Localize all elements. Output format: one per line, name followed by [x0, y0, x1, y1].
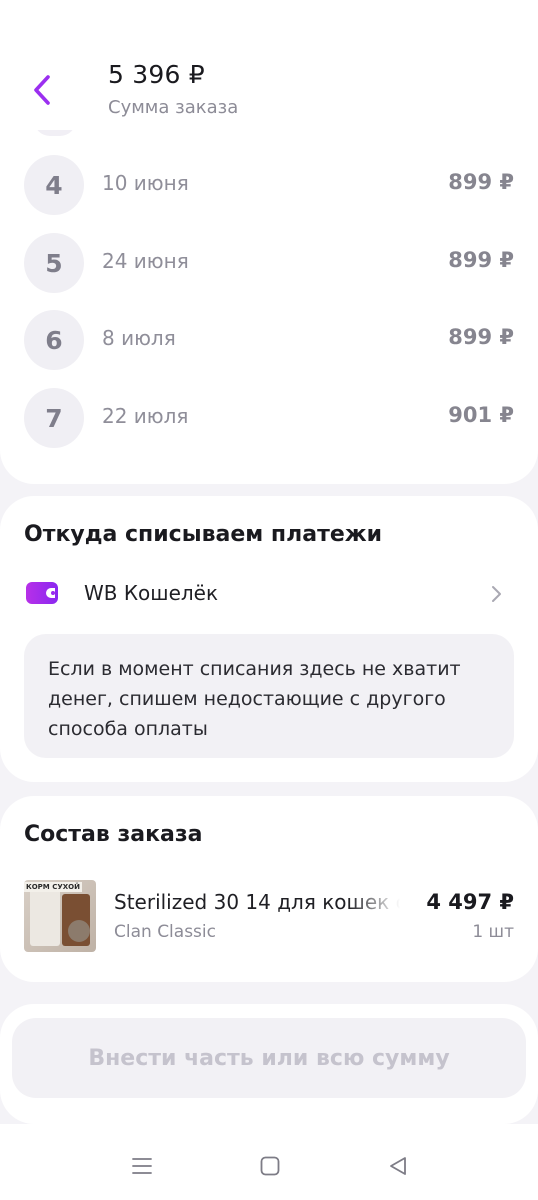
- product-image-label: КОРМ СУХОЙ: [24, 882, 82, 892]
- notice-line: способа оплаты: [48, 718, 208, 740]
- system-nav-bar: [0, 1124, 538, 1200]
- payment-method-label: WB Кошелёк: [84, 581, 219, 605]
- payment-date: 8 июля: [102, 326, 176, 350]
- notice-line: Если в момент списания здесь не хватит: [48, 658, 461, 680]
- top-bar: 5 396 ₽ Сумма заказа: [0, 0, 538, 130]
- payment-number: 7: [24, 388, 84, 448]
- product-brand: Clan Classic: [114, 922, 216, 942]
- payment-row: 4 10 июня 899 ₽: [0, 155, 538, 217]
- payment-amount: 901 ₽: [448, 403, 514, 427]
- menu-icon[interactable]: [130, 1154, 154, 1178]
- square-icon[interactable]: [258, 1154, 282, 1178]
- product-quantity: 1 шт: [472, 922, 514, 942]
- payment-date: 10 июня: [102, 171, 189, 195]
- payment-date: 24 июня: [102, 249, 189, 273]
- payment-row: 7 22 июля 901 ₽: [0, 388, 538, 450]
- notice-line: денег, спишем недостающие с другого: [48, 688, 446, 710]
- payment-amount: 899 ₽: [448, 325, 514, 349]
- wallet-icon: [26, 582, 58, 604]
- payment-row: 5 24 июня 899 ₽: [0, 233, 538, 295]
- payment-source-card: Откуда списываем платежи WB Кошелёк Если…: [0, 496, 538, 782]
- payment-number: 4: [24, 155, 84, 215]
- product-name: Sterilized 30 14 для кошек с: [114, 890, 400, 914]
- order-contents-title: Состав заказа: [24, 822, 203, 847]
- action-panel: Внести часть или всю сумму: [0, 1004, 538, 1124]
- payment-amount: 899 ₽: [448, 248, 514, 272]
- insufficient-funds-notice: Если в момент списания здесь не хватит д…: [24, 634, 514, 758]
- payment-row: 6 8 июля 899 ₽: [0, 310, 538, 372]
- product-image: КОРМ СУХОЙ: [24, 880, 96, 952]
- payment-number: 5: [24, 233, 84, 293]
- product-item[interactable]: КОРМ СУХОЙ Sterilized 30 14 для кошек с …: [0, 880, 538, 952]
- triangle-back-icon[interactable]: [386, 1154, 410, 1178]
- order-contents-card: Состав заказа КОРМ СУХОЙ Sterilized 30 1…: [0, 796, 538, 982]
- back-button[interactable]: [24, 68, 60, 112]
- order-total-label: Сумма заказа: [108, 97, 239, 118]
- payment-schedule-card: 4 10 июня 899 ₽ 5 24 июня 899 ₽ 6 8 июля…: [0, 100, 538, 484]
- chevron-right-icon: [492, 586, 501, 602]
- chevron-left-icon: [34, 75, 50, 105]
- pay-amount-button[interactable]: Внести часть или всю сумму: [12, 1018, 526, 1098]
- payment-number: 6: [24, 310, 84, 370]
- payment-method-row[interactable]: WB Кошелёк: [0, 572, 538, 616]
- order-total: 5 396 ₽: [108, 60, 205, 89]
- payment-source-title: Откуда списываем платежи: [24, 522, 383, 547]
- payment-date: 22 июля: [102, 404, 189, 428]
- product-price: 4 497 ₽: [426, 890, 514, 914]
- payment-amount: 899 ₽: [448, 170, 514, 194]
